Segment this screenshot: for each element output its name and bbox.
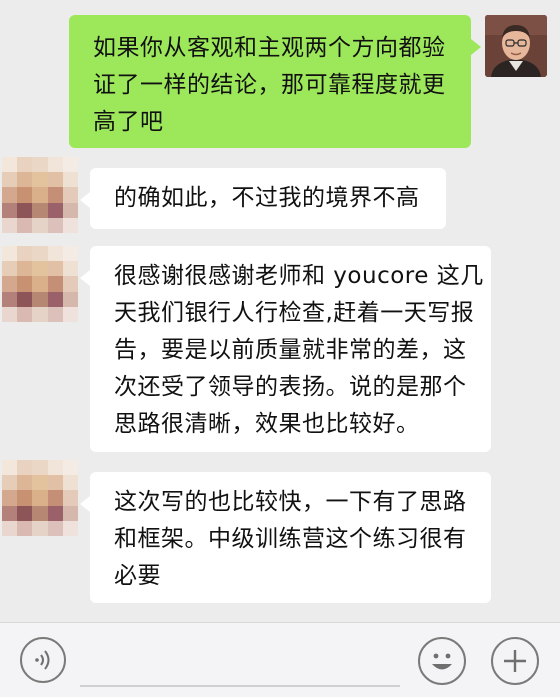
contact-avatar[interactable] — [2, 246, 78, 322]
message-line: 很感谢很感谢老师和 youcore 这几 — [114, 263, 484, 289]
chat-area[interactable]: 如果你从客观和主观两个方向都验 证了一样的结论，那可靠程度就更 高了吧 的确如此… — [0, 0, 560, 622]
message-line: 的确如此，不过我的境界不高 — [114, 185, 420, 211]
voice-button[interactable] — [20, 637, 66, 683]
message-line: 告，要是以前质量就非常的差，这 — [114, 337, 467, 363]
message-bubble-outgoing[interactable]: 如果你从客观和主观两个方向都验 证了一样的结论，那可靠程度就更 高了吧 — [69, 15, 481, 148]
contact-avatar[interactable] — [2, 157, 78, 233]
plus-icon — [504, 650, 526, 672]
message-line: 次还受了领导的表扬。说的是那个 — [114, 374, 467, 400]
contact-avatar[interactable] — [2, 460, 78, 536]
message-bubble-incoming[interactable]: 这次写的也比较快，一下有了思路 和框架。中级训练营这个练习很有 必要 — [80, 472, 491, 603]
message-line: 如果你从客观和主观两个方向都验 — [93, 35, 446, 61]
input-bar — [0, 622, 560, 697]
plus-button[interactable] — [491, 637, 539, 685]
message-line: 证了一样的结论，那可靠程度就更 — [93, 72, 446, 98]
message-line: 和框架。中级训练营这个练习很有 — [114, 526, 467, 552]
message-bubble-incoming[interactable]: 很感谢很感谢老师和 youcore 这几 天我们银行人行检查,赶着一天写报 告，… — [80, 246, 491, 452]
emoji-button[interactable] — [418, 637, 466, 685]
message-line: 高了吧 — [93, 109, 164, 135]
message-line: 思路很清晰，效果也比较好。 — [114, 411, 420, 437]
message-line: 必要 — [114, 563, 161, 589]
message-line: 这次写的也比较快，一下有了思路 — [114, 489, 467, 515]
message-line: 天我们银行人行检查,赶着一天写报 — [114, 300, 475, 326]
emoji-icon — [432, 653, 452, 670]
self-avatar[interactable] — [485, 15, 547, 77]
voice-icon — [35, 650, 50, 670]
message-input[interactable] — [80, 685, 400, 687]
message-bubble-incoming[interactable]: 的确如此，不过我的境界不高 — [80, 168, 446, 229]
